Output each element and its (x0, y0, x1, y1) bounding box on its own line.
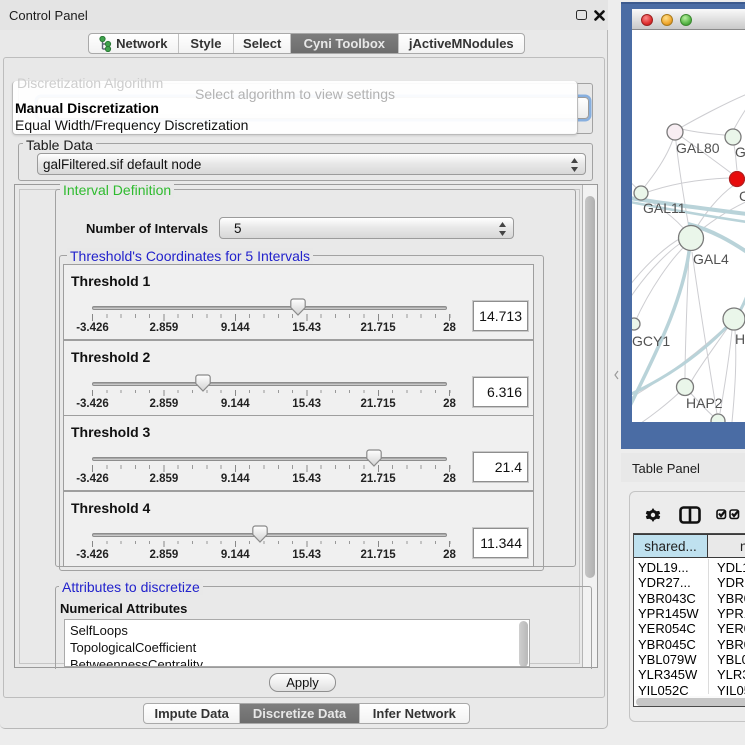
svg-text:GCY1: GCY1 (632, 333, 670, 349)
svg-text:H: H (735, 331, 745, 347)
svg-text:HAP2: HAP2 (686, 395, 723, 411)
svg-text:GAL11: GAL11 (643, 200, 686, 216)
svg-text:GAL80: GAL80 (676, 140, 720, 156)
svg-text:GAL4: GAL4 (693, 251, 729, 267)
svg-text:GA: GA (735, 144, 745, 160)
svg-text:C: C (739, 188, 745, 204)
